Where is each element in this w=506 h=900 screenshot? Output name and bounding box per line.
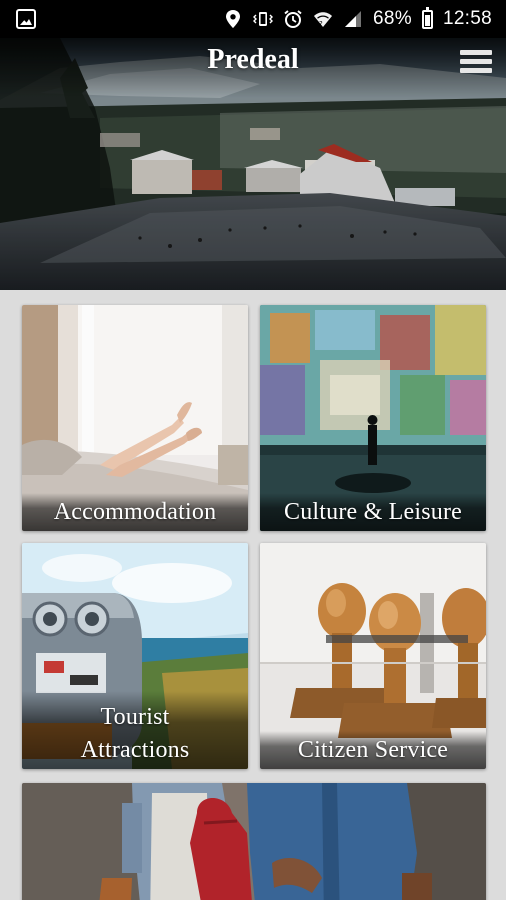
- header-hero-image: Predeal: [0, 38, 506, 290]
- hamburger-menu-icon[interactable]: [458, 46, 494, 78]
- tile-label: Accommodation: [22, 493, 248, 531]
- status-icons: ? 68% 12:58: [223, 0, 492, 38]
- tile-tourist-attractions[interactable]: Tourist Attractions: [22, 543, 248, 769]
- tile-label-line: Accommodation: [53, 499, 217, 525]
- wifi-icon: ?: [314, 12, 333, 28]
- image-icon: [16, 9, 36, 29]
- tile-label: Tourist Attractions: [22, 691, 248, 769]
- menu-bar: [460, 50, 492, 55]
- tile-label-line: Attractions: [80, 737, 190, 763]
- menu-bar: [460, 59, 492, 64]
- vibrate-icon: [253, 12, 274, 26]
- location-icon: [226, 10, 241, 28]
- alarm-icon: [284, 10, 302, 28]
- svg-text:?: ?: [319, 20, 323, 28]
- tile-culture-leisure[interactable]: Culture & Leisure: [260, 305, 486, 531]
- clock-time: 12:58: [442, 8, 492, 29]
- tile-accommodation[interactable]: Accommodation: [22, 305, 248, 531]
- menu-bar: [460, 68, 492, 73]
- tile-citizen-service[interactable]: Citizen Service: [260, 543, 486, 769]
- shopping-couple-photo: [22, 783, 486, 900]
- status-bar: ? 68% 12:58: [0, 0, 506, 38]
- battery-icon: [421, 6, 433, 29]
- app-title: Predeal: [207, 44, 299, 75]
- tile-shopping[interactable]: [22, 783, 486, 900]
- tile-label: Citizen Service: [260, 731, 486, 769]
- battery-percent: 68%: [373, 8, 412, 29]
- tile-label-line: Culture & Leisure: [283, 499, 463, 525]
- tile-label-line: Tourist: [100, 704, 170, 730]
- signal-icon: [345, 11, 362, 27]
- tile-label: Culture & Leisure: [260, 493, 486, 531]
- tile-label-line: Citizen Service: [297, 737, 449, 763]
